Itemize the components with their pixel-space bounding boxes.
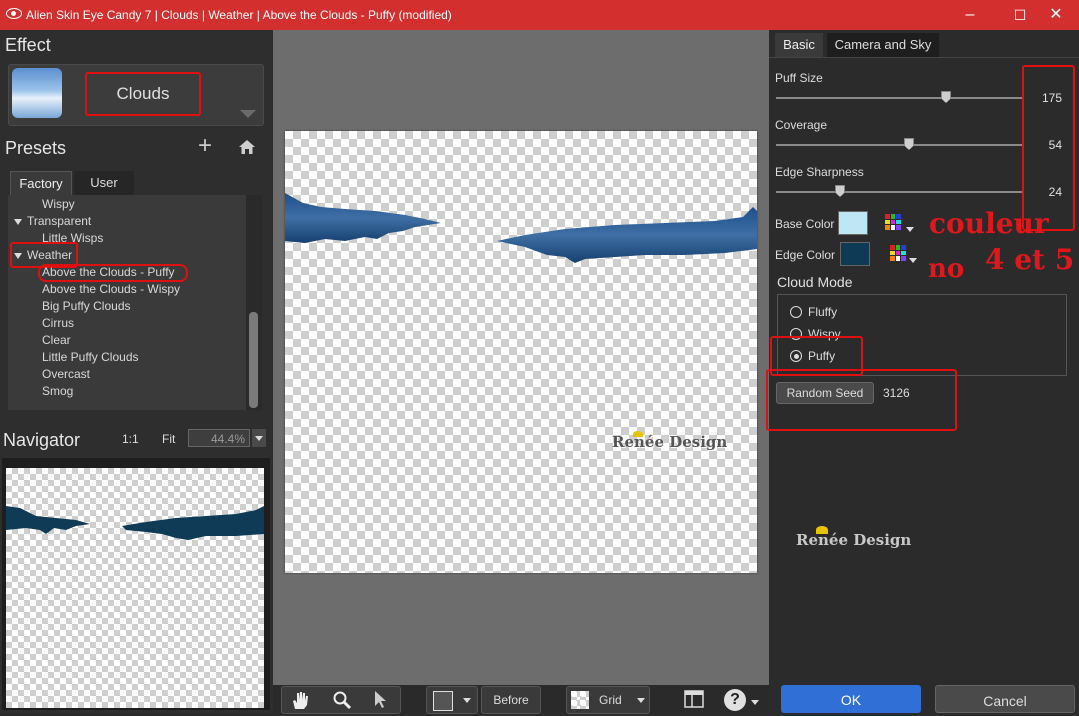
background-swatch-icon xyxy=(433,691,453,711)
zoom-dropdown[interactable] xyxy=(252,429,266,447)
preset-scrollbar-thumb[interactable] xyxy=(249,312,258,408)
tree-item-smog[interactable]: Smog xyxy=(42,384,73,398)
navigator-header: Navigator xyxy=(3,430,81,450)
watermark-butterfly-icon xyxy=(633,431,643,437)
puff-size-label: Puff Size xyxy=(775,71,823,85)
effect-dropdown-icon[interactable] xyxy=(240,110,256,118)
chevron-down-icon xyxy=(637,698,645,703)
window-title: Alien Skin Eye Candy 7 | Clouds | Weathe… xyxy=(26,8,452,22)
help-icon[interactable]: ? xyxy=(724,689,746,711)
coverage-slider[interactable] xyxy=(776,144,1022,146)
radio-fluffy-label[interactable]: Fluffy xyxy=(808,305,837,319)
effect-name: Clouds xyxy=(85,72,201,116)
minimize-button[interactable]: – xyxy=(947,0,993,30)
close-button[interactable]: ✕ xyxy=(1033,0,1079,30)
coverage-label: Coverage xyxy=(775,118,828,132)
ok-button[interactable]: OK xyxy=(781,685,921,713)
tab-user[interactable]: User xyxy=(74,171,134,195)
grid-checker-icon xyxy=(571,691,589,709)
add-preset-icon[interactable]: + xyxy=(198,134,212,158)
chevron-down-icon[interactable] xyxy=(906,227,914,232)
panel-watermark: Renée Design xyxy=(796,531,912,549)
highlight-random-seed xyxy=(766,369,957,431)
watermark-butterfly-icon xyxy=(816,526,828,534)
tab-factory[interactable]: Factory xyxy=(10,171,72,196)
chevron-down-icon xyxy=(463,698,471,703)
tree-item-cirrus[interactable]: Cirrus xyxy=(42,316,74,330)
hand-tool-icon[interactable] xyxy=(289,689,311,711)
annotation-no: no xyxy=(928,254,965,284)
tree-item-wispy[interactable]: Wispy xyxy=(42,197,75,211)
edge-sharpness-label: Edge Sharpness xyxy=(775,165,864,179)
zoom-input[interactable]: 44.4% xyxy=(188,429,250,447)
tab-basic[interactable]: Basic xyxy=(775,33,823,57)
edge-color-swatch[interactable] xyxy=(840,242,870,266)
annotation-numbers: 4 et 5 xyxy=(985,243,1075,276)
effect-header: Effect xyxy=(5,35,51,55)
tab-divider xyxy=(769,57,1079,58)
zoom-fit-button[interactable]: Fit xyxy=(162,432,175,446)
cloud-mode-header: Cloud Mode xyxy=(777,274,853,290)
tree-folder-label: Transparent xyxy=(27,214,92,228)
base-color-label: Base Color xyxy=(775,217,835,231)
tree-item-overcast[interactable]: Overcast xyxy=(42,367,90,381)
preview-canvas[interactable]: Renée Design xyxy=(285,131,757,573)
tree-item-above-the-clouds-wispy[interactable]: Above the Clouds - Wispy xyxy=(42,282,180,296)
chevron-down-icon[interactable] xyxy=(909,258,917,263)
highlight-selected-preset xyxy=(38,264,188,282)
presets-header: Presets xyxy=(5,138,67,158)
home-icon[interactable] xyxy=(238,138,256,156)
chevron-down-icon xyxy=(255,436,263,441)
effect-thumbnail xyxy=(12,68,62,118)
before-button[interactable]: Before xyxy=(481,686,541,714)
grid-button[interactable]: Grid xyxy=(566,686,650,714)
tree-item-big-puffy-clouds[interactable]: Big Puffy Clouds xyxy=(42,299,131,313)
background-color-button[interactable] xyxy=(426,686,478,714)
tree-folder-transparent[interactable]: Transparent xyxy=(14,214,91,228)
tab-camera-and-sky[interactable]: Camera and Sky xyxy=(827,33,939,57)
cancel-button[interactable]: Cancel xyxy=(935,685,1075,713)
navigator-cloud-shapes xyxy=(6,506,264,540)
navigator-preview[interactable] xyxy=(6,468,264,708)
edge-color-label: Edge Color xyxy=(775,248,836,262)
zoom-1to1-button[interactable]: 1:1 xyxy=(122,432,139,446)
zoom-tool-icon[interactable] xyxy=(331,689,353,711)
canvas-watermark: Renée Design xyxy=(612,433,728,451)
edge-sharpness-slider[interactable] xyxy=(776,191,1022,193)
base-color-palette-icon[interactable] xyxy=(885,214,901,230)
title-bar: Alien Skin Eye Candy 7 | Clouds | Weathe… xyxy=(0,0,1079,30)
puff-size-slider[interactable] xyxy=(776,97,1022,99)
radio-fluffy[interactable] xyxy=(790,306,802,318)
pointer-tool-icon[interactable] xyxy=(370,689,392,711)
annotation-couleur: couleur xyxy=(929,207,1049,240)
base-color-swatch[interactable] xyxy=(838,211,868,235)
cloud-preview-shapes xyxy=(285,193,757,263)
app-eye-icon xyxy=(6,8,22,19)
tree-item-clear[interactable]: Clear xyxy=(42,333,71,347)
tree-item-little-puffy-clouds[interactable]: Little Puffy Clouds xyxy=(42,350,139,364)
chevron-down-icon[interactable] xyxy=(751,700,759,705)
edge-color-palette-icon[interactable] xyxy=(890,245,906,261)
layout-icon[interactable] xyxy=(684,690,704,708)
expand-triangle-icon xyxy=(14,218,22,225)
grid-label: Grid xyxy=(599,693,622,707)
